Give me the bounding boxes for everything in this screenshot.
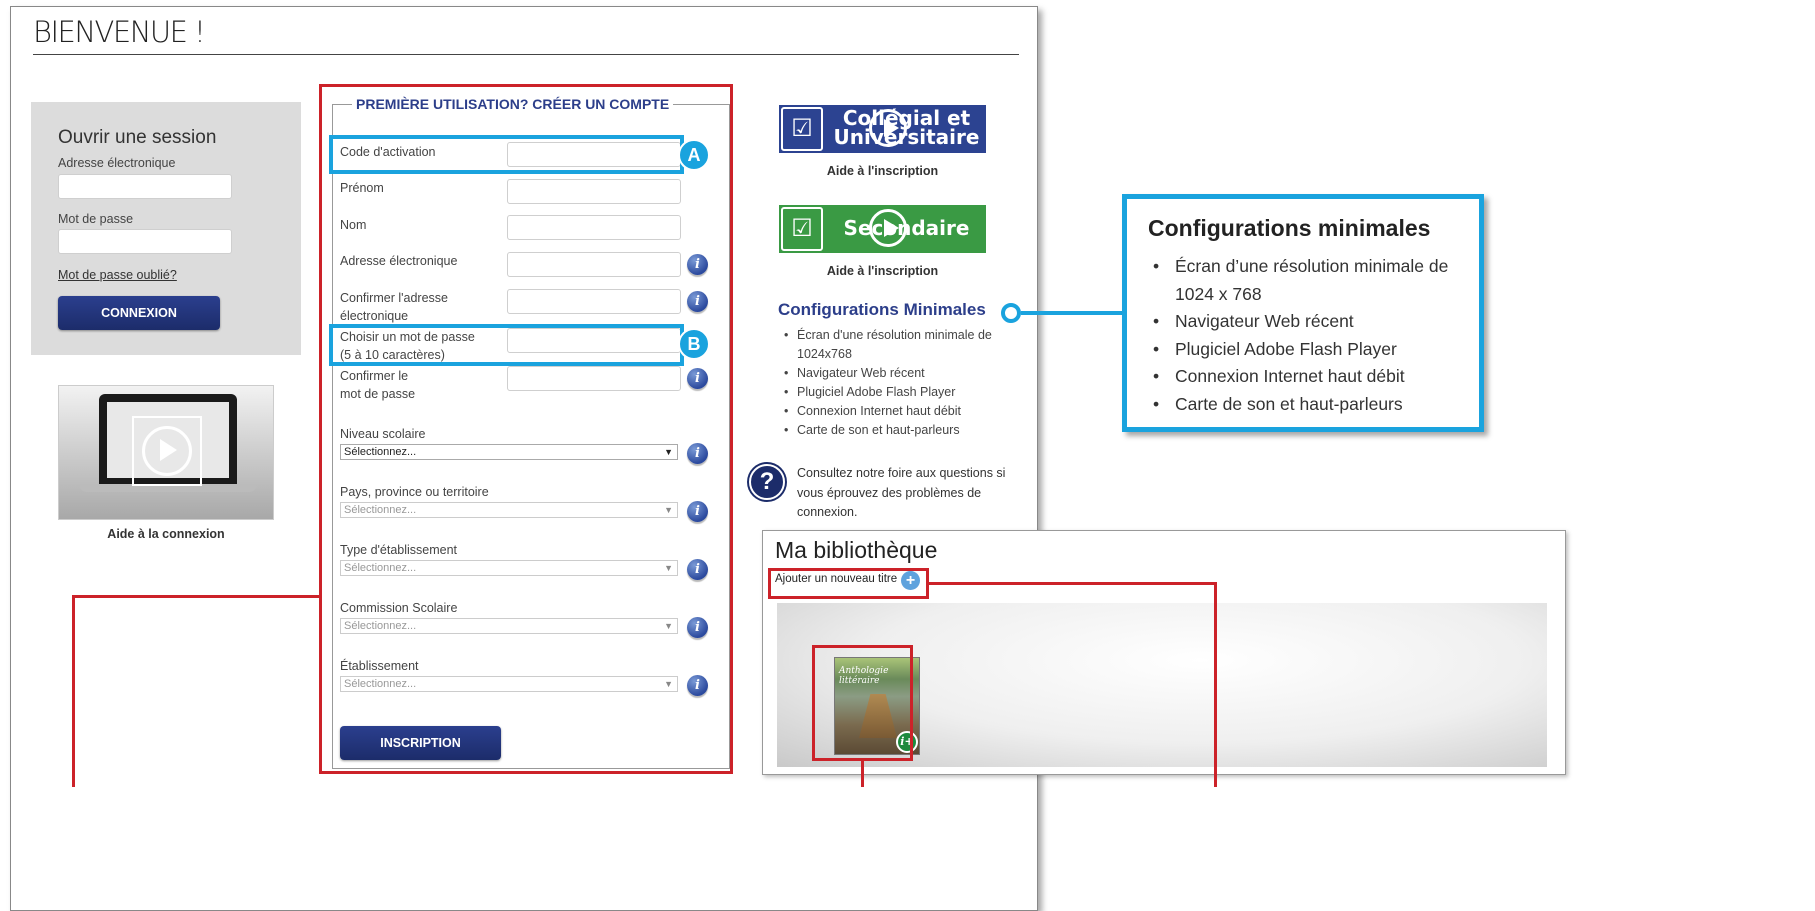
login-email-label: Adresse électronique: [58, 156, 176, 170]
config-callout: Configurations minimales Écran d’une rés…: [1122, 194, 1484, 432]
annotation-badge-a: A: [678, 139, 710, 171]
login-password-input[interactable]: [58, 229, 232, 254]
library-title: Ma bibliothèque: [775, 537, 938, 563]
annotation-line: [929, 582, 1217, 585]
list-item: Carte de son et haut-parleurs: [1153, 391, 1473, 419]
config-title: Configurations Minimales: [778, 300, 986, 319]
activation-code-highlight: [329, 135, 684, 174]
play-icon[interactable]: [869, 209, 907, 247]
annotation-line: [72, 595, 75, 787]
connexion-button[interactable]: CONNEXION: [58, 296, 220, 330]
list-item: Plugiciel Adobe Flash Player: [781, 383, 1003, 402]
annotation-line: [72, 595, 322, 598]
list-item: Connexion Internet haut débit: [781, 402, 1003, 421]
clipboard-icon: ☑: [781, 207, 823, 251]
forgot-password-link[interactable]: Mot de passe oublié?: [58, 268, 177, 282]
annotation-badge-b: B: [678, 328, 710, 360]
secondary-help-video[interactable]: ☑ Secondaire: [779, 205, 986, 253]
page-title: BIENVENUE !: [33, 15, 206, 49]
login-password-label: Mot de passe: [58, 212, 134, 226]
password-highlight: [329, 324, 684, 366]
title-divider: [33, 54, 1019, 55]
list-item: Navigateur Web récent: [1153, 308, 1473, 336]
callout-title: Configurations minimales: [1148, 215, 1431, 241]
list-item: Navigateur Web récent: [781, 364, 1003, 383]
list-item: Carte de son et haut-parleurs: [781, 421, 1003, 440]
login-help-video[interactable]: [58, 385, 274, 520]
annotation-line: [861, 761, 864, 787]
list-item: Écran d'une résolution minimale de 1024x…: [781, 326, 1003, 364]
college-help-caption: Aide à l'inscription: [826, 164, 939, 178]
login-box: Ouvrir une session Adresse électronique …: [31, 102, 301, 355]
list-item: Plugiciel Adobe Flash Player: [1153, 336, 1473, 364]
help-question-icon[interactable]: ?: [749, 464, 785, 500]
callout-list: Écran d’une résolution minimale de 1024 …: [1153, 253, 1473, 418]
book-highlight: [812, 645, 913, 761]
college-help-video[interactable]: ☑ Collégial et Universitaire: [779, 105, 986, 153]
add-title-highlight: [768, 568, 929, 599]
clipboard-icon: ☑: [781, 107, 823, 151]
annotation-line: [1214, 582, 1217, 787]
list-item: Écran d’une résolution minimale de 1024 …: [1153, 253, 1473, 308]
list-item: Connexion Internet haut débit: [1153, 363, 1473, 391]
login-help-caption: Aide à la connexion: [107, 527, 225, 541]
login-title: Ouvrir une session: [58, 127, 217, 148]
callout-anchor-dot: [1001, 303, 1021, 323]
faq-text: Consultez notre foire aux questions si v…: [797, 466, 1006, 519]
secondary-help-caption: Aide à l'inscription: [826, 264, 939, 278]
play-icon[interactable]: [132, 416, 202, 486]
config-list: Écran d'une résolution minimale de 1024x…: [781, 326, 1003, 440]
play-icon[interactable]: [869, 109, 907, 147]
callout-connector: [1021, 311, 1124, 315]
login-email-input[interactable]: [58, 174, 232, 199]
registration-highlight: [319, 84, 733, 774]
